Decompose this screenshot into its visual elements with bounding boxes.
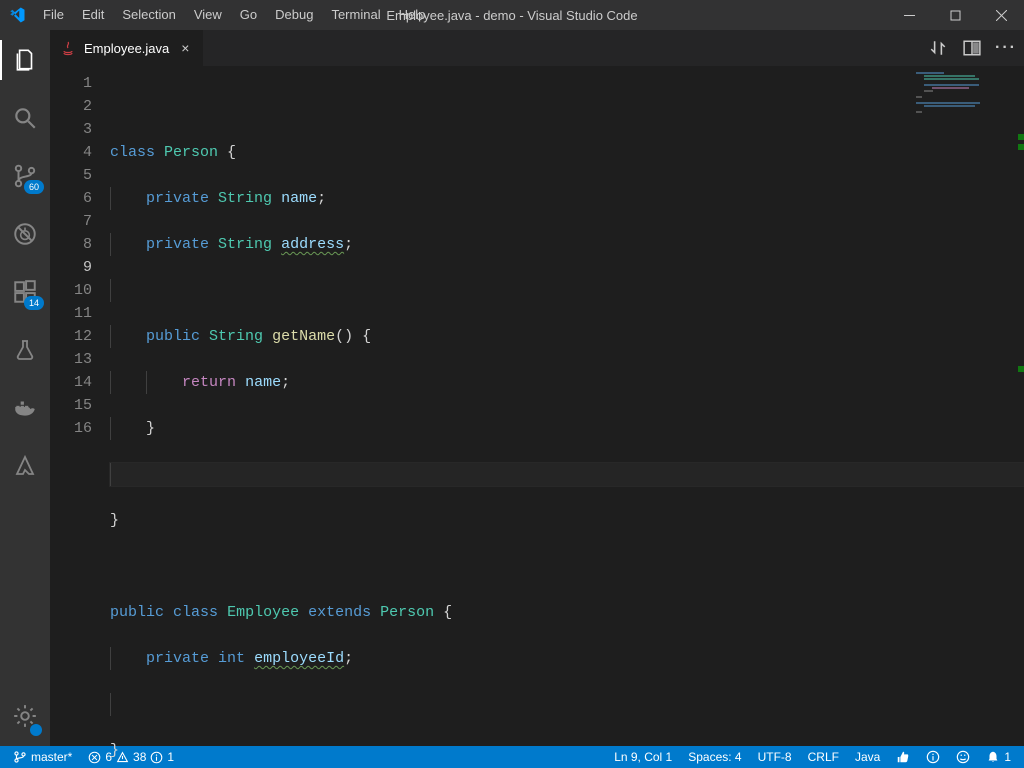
compare-changes-icon[interactable]: [928, 39, 948, 57]
activity-azure[interactable]: [0, 446, 50, 486]
azure-icon: [13, 454, 37, 478]
minimize-button[interactable]: [886, 0, 932, 30]
code-content[interactable]: class Person { private String name; priv…: [110, 66, 1024, 746]
tab-actions: ···: [928, 30, 1024, 66]
menu-selection[interactable]: Selection: [113, 0, 184, 30]
app-root: File Edit Selection View Go Debug Termin…: [0, 0, 1024, 768]
settings-badge: [30, 724, 42, 736]
menu-debug[interactable]: Debug: [266, 0, 322, 30]
ext-badge: 14: [24, 296, 44, 310]
status-branch[interactable]: master*: [8, 746, 77, 768]
minimap[interactable]: [912, 66, 1012, 746]
docker-icon: [12, 395, 38, 421]
menu-view[interactable]: View: [185, 0, 231, 30]
editor-area: Employee.java × ··· 1234 5678: [50, 30, 1024, 746]
flask-icon: [13, 338, 37, 362]
activity-search[interactable]: [0, 98, 50, 138]
menu-edit[interactable]: Edit: [73, 0, 113, 30]
activity-settings[interactable]: [0, 696, 50, 736]
tab-label: Employee.java: [84, 41, 169, 56]
menu-file[interactable]: File: [34, 0, 73, 30]
split-editor-icon[interactable]: [962, 39, 982, 57]
activity-explorer[interactable]: [0, 40, 50, 80]
files-icon: [12, 47, 38, 73]
scm-badge: 60: [24, 180, 44, 194]
window-controls: [886, 0, 1024, 30]
close-button[interactable]: [978, 0, 1024, 30]
menu-bar: File Edit Selection View Go Debug Termin…: [34, 0, 434, 30]
menu-go[interactable]: Go: [231, 0, 266, 30]
vscode-app-icon: [0, 6, 34, 24]
maximize-button[interactable]: [932, 0, 978, 30]
activity-debug[interactable]: [0, 214, 50, 254]
tab-close-icon[interactable]: ×: [177, 40, 193, 56]
error-icon: [88, 751, 101, 764]
java-file-icon: [60, 40, 76, 56]
activity-bar: 60 14: [0, 30, 50, 746]
branch-icon: [13, 750, 27, 764]
activity-test[interactable]: [0, 330, 50, 370]
tab-employee-java[interactable]: Employee.java ×: [50, 30, 204, 66]
body-area: 60 14: [0, 30, 1024, 746]
line-numbers: 1234 5678 9101112 13141516: [50, 66, 110, 746]
titlebar: File Edit Selection View Go Debug Termin…: [0, 0, 1024, 30]
more-actions-icon[interactable]: ···: [996, 39, 1016, 57]
search-icon: [12, 105, 38, 131]
window-title: Employee.java - demo - Visual Studio Cod…: [386, 8, 637, 23]
overview-ruler[interactable]: [1012, 66, 1024, 746]
tabs-row: Employee.java × ···: [50, 30, 1024, 66]
activity-scm[interactable]: 60: [0, 156, 50, 196]
menu-terminal[interactable]: Terminal: [322, 0, 389, 30]
editor[interactable]: 1234 5678 9101112 13141516 class Person …: [50, 66, 1024, 746]
activity-docker[interactable]: [0, 388, 50, 428]
activity-extensions[interactable]: 14: [0, 272, 50, 312]
bug-icon: [12, 221, 38, 247]
